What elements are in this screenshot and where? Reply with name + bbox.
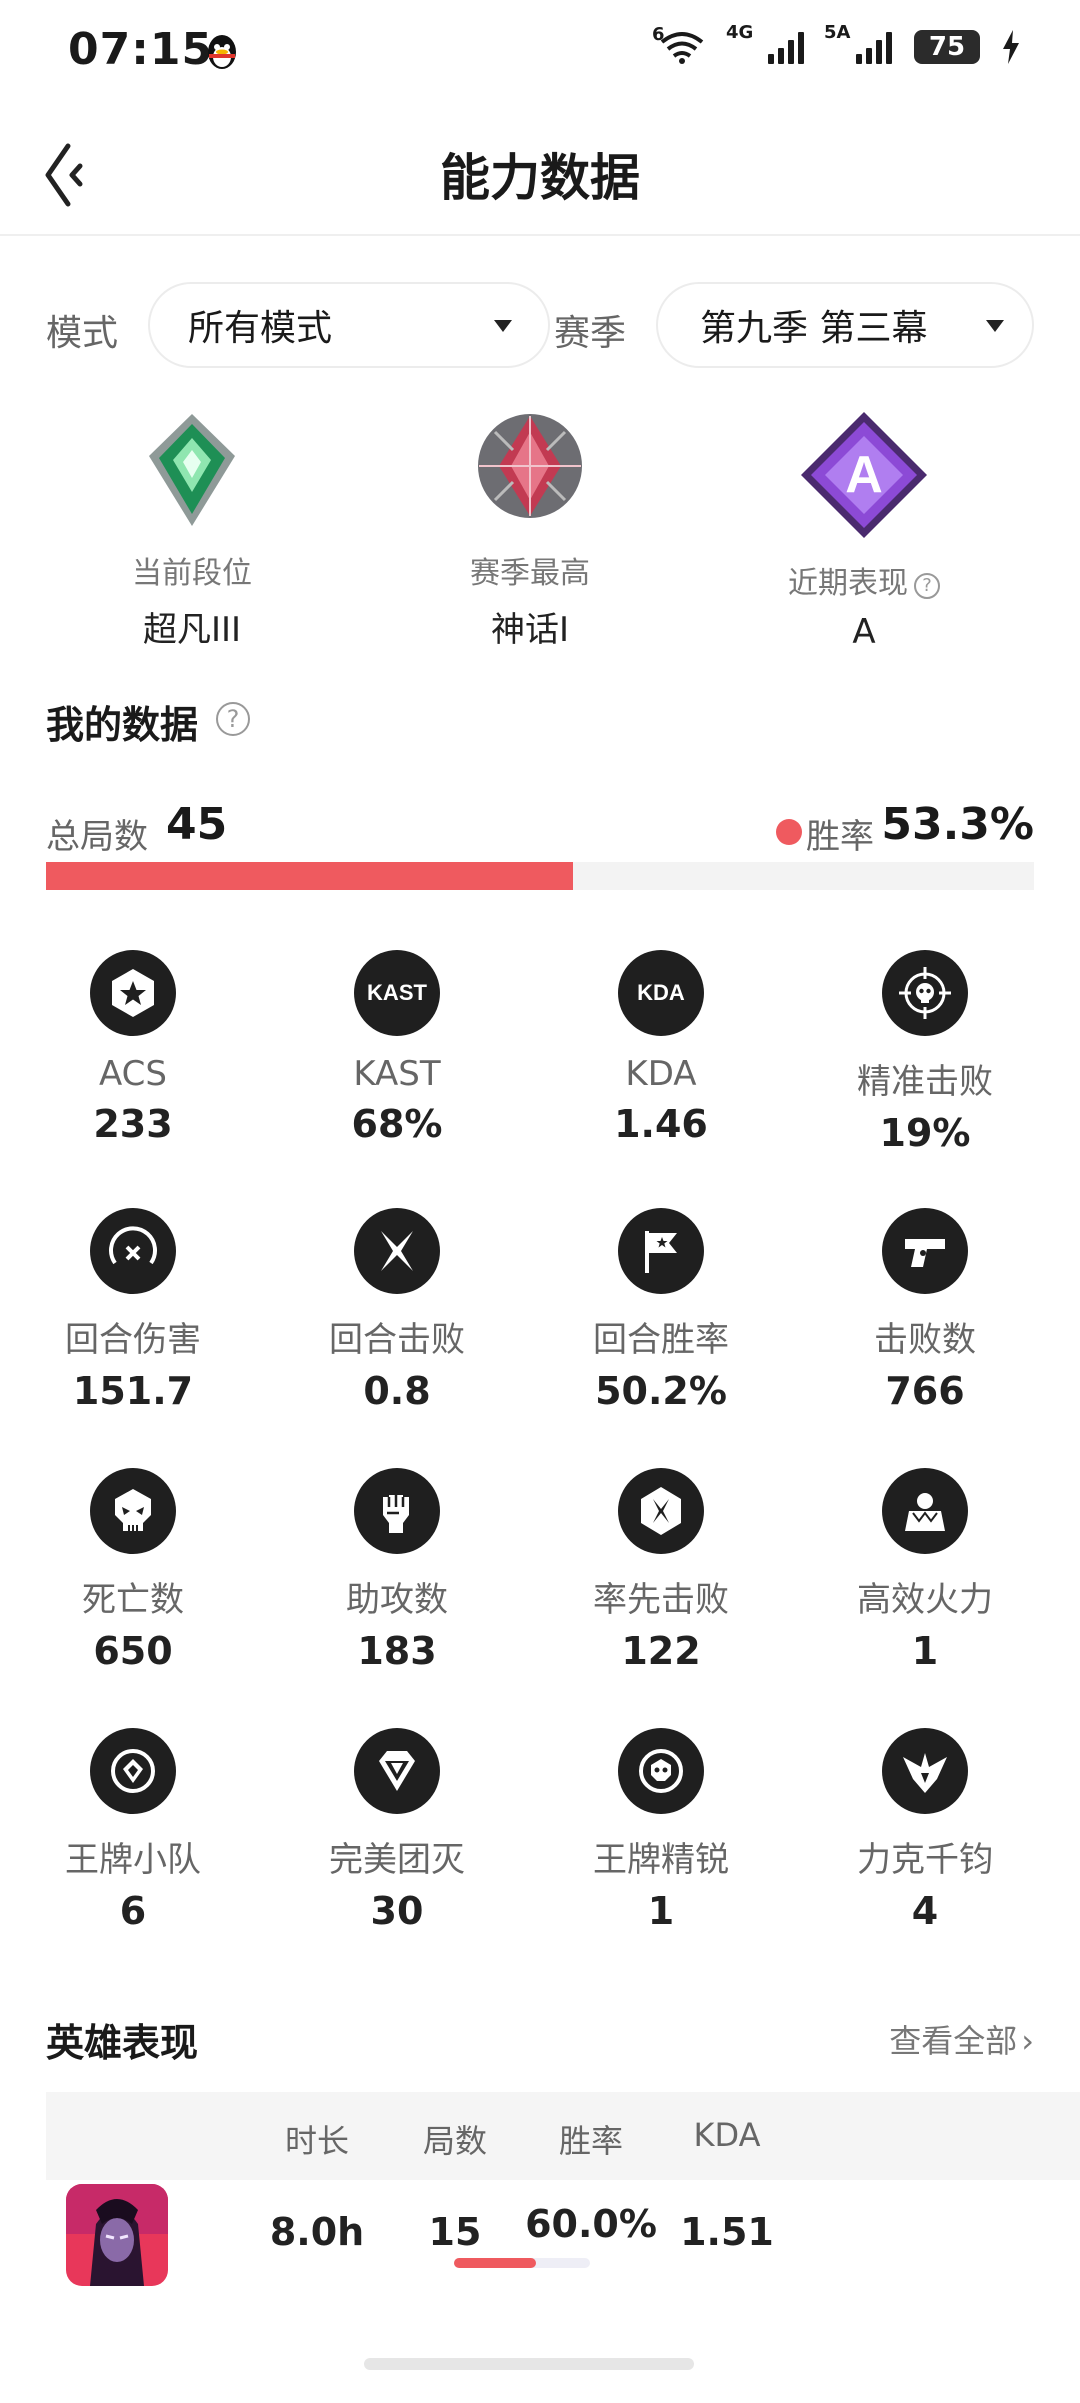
total-games-label: 总局数 xyxy=(46,817,148,857)
chevron-down-icon xyxy=(494,320,512,332)
wifi-icon: 6 xyxy=(652,24,706,64)
hero-winrate-bar-fill xyxy=(454,2258,536,2268)
first-blood-icon xyxy=(618,1468,704,1554)
chevron-down-icon xyxy=(986,320,1004,332)
charging-icon xyxy=(1003,30,1019,64)
hero-section-title: 英雄表现 xyxy=(46,2021,199,2065)
mode-label: 模式 xyxy=(46,313,119,354)
stat-item: ACS 233 xyxy=(8,950,258,1146)
help-icon[interactable]: ? xyxy=(914,573,940,599)
chevron-right-icon: › xyxy=(1021,2022,1034,2060)
stat-item: 率先击败 122 xyxy=(536,1468,786,1673)
column-header: 局数 xyxy=(422,2122,487,2160)
winrate-progress-fill xyxy=(46,862,573,890)
filter-bar: 模式 所有模式 赛季 第九季 第三幕 xyxy=(46,282,1034,368)
hero-time: 8.0h xyxy=(269,2210,365,2254)
status-time: 07:15 xyxy=(68,24,214,75)
skull-icon xyxy=(90,1468,176,1554)
immortal-rank-icon xyxy=(478,414,582,518)
flag-icon xyxy=(618,1208,704,1294)
current-rank: 当前段位 超凡III xyxy=(42,410,342,651)
winrate-progress-bar xyxy=(46,862,1034,890)
stat-item: 高效火力 1 xyxy=(800,1468,1050,1673)
crosshair-skull-icon xyxy=(882,950,968,1036)
totals-row: 总局数 45 胜率 53.3% xyxy=(46,795,1034,865)
multikill-icon xyxy=(882,1468,968,1554)
star-hexagon-icon xyxy=(90,950,176,1036)
hero-table-row[interactable]: 8.0h 15 60.0% 1.51 xyxy=(46,2180,1080,2300)
my-data-title: 我的数据 xyxy=(46,703,199,747)
view-all-link[interactable]: 查看全部 › xyxy=(889,2016,1034,2062)
page-title: 能力数据 xyxy=(440,149,640,207)
rank-caption: 近期表现? xyxy=(714,558,1014,602)
stat-item: 助攻数 183 xyxy=(272,1468,522,1673)
hero-kda: 1.51 xyxy=(680,2210,774,2254)
rank-caption: 当前段位 xyxy=(132,556,252,591)
season-select-value: 第九季 第三幕 xyxy=(700,308,928,349)
hero-games: 15 xyxy=(428,2210,482,2254)
battery-indicator: 75 xyxy=(914,30,980,64)
column-header: KDA xyxy=(693,2116,761,2154)
total-games-value: 45 xyxy=(166,799,228,850)
rank-summary: 当前段位 超凡III 赛季最高 神话I A 近期表现? A xyxy=(0,410,1080,660)
stat-item: KAST KAST 68% xyxy=(272,950,522,1146)
kast-icon: KAST xyxy=(354,950,440,1036)
stat-item: 完美团灭 30 xyxy=(272,1728,522,1933)
performance-badge-icon: A xyxy=(801,412,927,538)
season-select[interactable]: 第九季 第三幕 xyxy=(656,282,1034,368)
fist-icon xyxy=(354,1468,440,1554)
crossed-blades-icon xyxy=(354,1208,440,1294)
hero-section-header: 英雄表现 查看全部 › xyxy=(46,2012,1034,2072)
kda-icon: KDA xyxy=(618,950,704,1036)
stat-item: 力克千钧 4 xyxy=(800,1728,1050,1933)
nav-header: 能力数据 xyxy=(0,110,1080,236)
hero-winrate-bar xyxy=(454,2258,590,2268)
season-label: 赛季 xyxy=(554,313,627,354)
column-header: 时长 xyxy=(284,2122,349,2160)
stat-item: 精准击败 19% xyxy=(800,950,1050,1155)
svg-text:A: A xyxy=(845,446,883,504)
rank-value: 神话I xyxy=(490,610,570,650)
stat-item: 王牌精锐 1 xyxy=(536,1728,786,1933)
flawless-icon xyxy=(354,1728,440,1814)
ace-squad-icon xyxy=(90,1728,176,1814)
rank-caption: 赛季最高 xyxy=(470,556,590,591)
round-damage-icon xyxy=(90,1208,176,1294)
stat-item: 回合伤害 151.7 xyxy=(8,1208,258,1413)
hero-winrate: 60.0% xyxy=(525,2202,657,2246)
winrate-value: 53.3% xyxy=(881,799,1034,850)
winrate-label: 胜率 xyxy=(806,817,874,857)
ascendant-rank-icon xyxy=(149,414,235,526)
clutch-icon xyxy=(882,1728,968,1814)
status-icons: 6 4G 5A 75 xyxy=(652,22,1020,64)
recent-performance: A 近期表现? A xyxy=(714,410,1014,652)
stat-item: KDA KDA 1.46 xyxy=(536,950,786,1146)
mode-select-value: 所有模式 xyxy=(188,308,333,349)
hero-table-header: 时长 局数 胜率 KDA xyxy=(46,2092,1080,2180)
stat-item: 回合胜率 50.2% xyxy=(536,1208,786,1413)
stat-item: 死亡数 650 xyxy=(8,1468,258,1673)
stat-item: 王牌小队 6 xyxy=(8,1728,258,1933)
rank-value: 超凡III xyxy=(142,610,242,650)
winrate-dot xyxy=(776,819,802,845)
agent-avatar xyxy=(66,2184,168,2286)
stat-item: 击败数 766 xyxy=(800,1208,1050,1413)
signal-4g-icon: 4G xyxy=(726,22,804,64)
pistol-icon xyxy=(882,1208,968,1294)
ace-elite-icon xyxy=(618,1728,704,1814)
home-indicator[interactable] xyxy=(364,2358,694,2370)
mode-select[interactable]: 所有模式 xyxy=(148,282,550,368)
stat-item: 回合击败 0.8 xyxy=(272,1208,522,1413)
help-icon[interactable]: ? xyxy=(216,702,250,736)
column-header: 胜率 xyxy=(558,2122,623,2160)
status-bar: 07:15 6 4G 5A 75 xyxy=(0,0,1080,110)
qq-penguin-icon xyxy=(208,35,236,69)
rank-value: A xyxy=(852,612,876,652)
signal-5a-icon: 5A xyxy=(824,22,892,64)
season-peak-rank: 赛季最高 神话I xyxy=(380,410,680,651)
